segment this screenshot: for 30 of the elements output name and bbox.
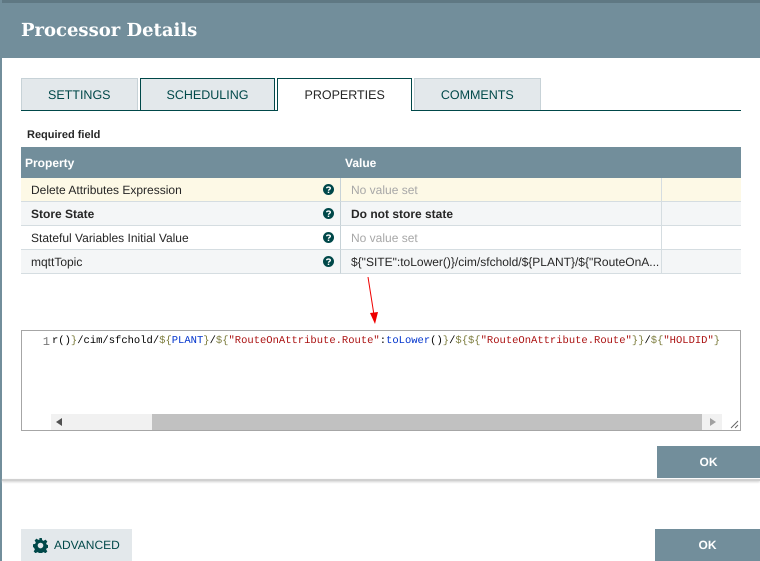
help-icon[interactable] <box>323 232 334 243</box>
line-number: 1 <box>42 334 50 351</box>
property-row-cell[interactable]: Store State <box>21 202 341 226</box>
tab[interactable]: PROPERTIES <box>277 78 412 111</box>
code-line: r()}/cim/sfchold/${PLANT}/${"RouteOnAttribute.Route":toLower()}/${${"RouteOnAttribute.Route"}}/${"HOLDID"} <box>51 334 720 349</box>
property-name: mqttTopic <box>31 254 82 268</box>
help-icon[interactable] <box>323 256 334 267</box>
tab[interactable]: COMMENTS <box>414 78 541 110</box>
required-field-note: Required field <box>27 129 102 143</box>
settings-icon <box>33 538 48 552</box>
advanced-button[interactable]: ADVANCED <box>21 529 132 561</box>
property-name: Delete Attributes Expression <box>31 182 182 196</box>
dialog-title: Processor Details <box>2 0 760 58</box>
property-row-cell[interactable]: Delete Attributes Expression <box>21 178 341 202</box>
annotation-arrow <box>366 277 380 324</box>
column-header: Value <box>341 147 741 178</box>
property-value[interactable]: Do not store state <box>341 202 662 226</box>
resize-grip-icon[interactable] <box>729 419 739 429</box>
horizontal-scrollbar[interactable] <box>51 414 722 430</box>
property-name: Stateful Variables Initial Value <box>31 230 189 244</box>
tab[interactable]: SETTINGS <box>21 78 138 110</box>
help-icon[interactable] <box>323 208 334 219</box>
help-icon[interactable] <box>323 184 334 195</box>
tab[interactable]: SCHEDULING <box>140 78 276 110</box>
property-row-cell[interactable]: mqttTopic <box>21 250 341 274</box>
property-name: Store State <box>31 206 94 220</box>
column-header: Property <box>21 147 341 178</box>
property-value[interactable]: ${"SITE":toLower()}/cim/sfchold/${PLANT}/${"RouteOnA... <box>341 250 662 274</box>
scroll-left-icon[interactable] <box>56 418 62 426</box>
property-row-cell[interactable]: Stateful Variables Initial Value <box>21 226 341 250</box>
